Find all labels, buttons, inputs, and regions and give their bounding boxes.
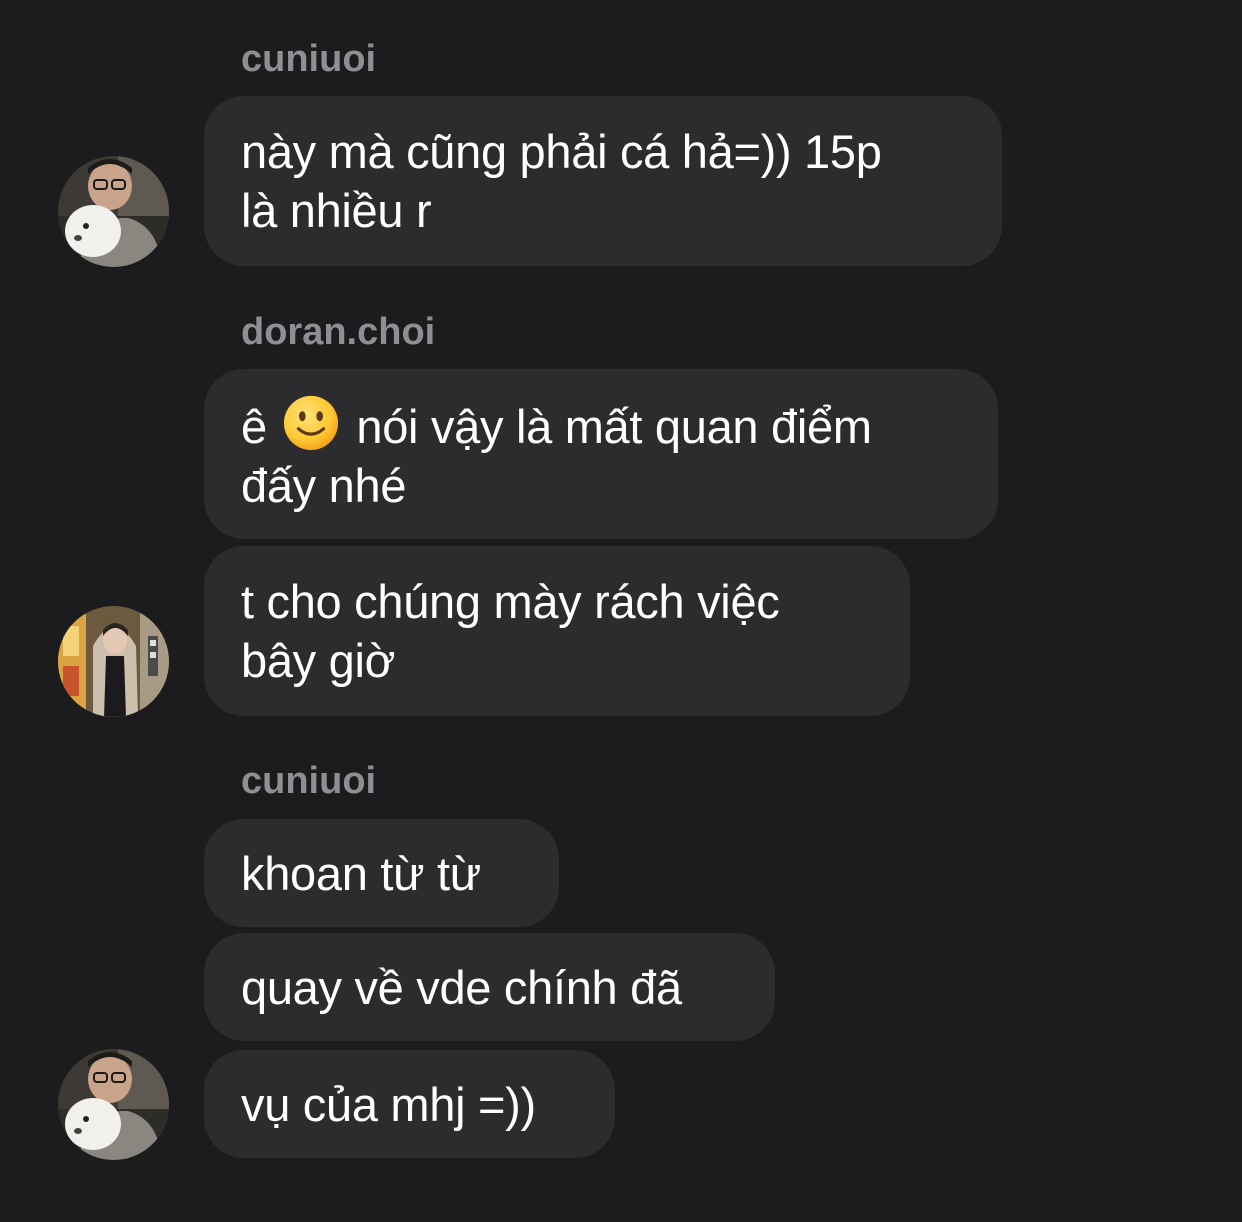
message-text-part: ê: [241, 399, 267, 453]
sender-name[interactable]: cuniuoi: [241, 759, 376, 803]
message-text: ê nói vậy là mất quan điểm đấy nhé: [241, 394, 872, 515]
sender-name[interactable]: doran.choi: [241, 310, 435, 354]
message-text: này mà cũng phải cá hả=)) 15p là nhiều r: [241, 125, 882, 237]
message-text: quay về vde chính đã: [241, 960, 682, 1014]
message-text: t cho chúng mày rách việc bây giờ: [241, 575, 780, 687]
message-bubble[interactable]: quay về vde chính đã: [204, 933, 775, 1041]
message-text: vụ của mhj =)): [241, 1077, 536, 1131]
avatar-cuniuoi[interactable]: [58, 156, 169, 267]
sender-name[interactable]: cuniuoi: [241, 37, 376, 81]
avatar-doran-choi[interactable]: [58, 606, 169, 717]
slightly-smiling-face-emoji: [283, 395, 338, 450]
avatar-photo-icon: [58, 1049, 169, 1160]
message-bubble[interactable]: ê nói vậy là mất quan điểm đấy nhé: [204, 369, 998, 539]
message-bubble[interactable]: này mà cũng phải cá hả=)) 15p là nhiều r: [204, 96, 1002, 266]
message-text: khoan từ từ: [241, 846, 481, 900]
message-bubble[interactable]: vụ của mhj =)): [204, 1050, 615, 1158]
avatar-cuniuoi[interactable]: [58, 1049, 169, 1160]
avatar-photo-icon: [58, 156, 169, 267]
message-bubble[interactable]: khoan từ từ: [204, 819, 559, 927]
avatar-photo-icon: [58, 606, 169, 717]
message-bubble[interactable]: t cho chúng mày rách việc bây giờ: [204, 546, 910, 716]
